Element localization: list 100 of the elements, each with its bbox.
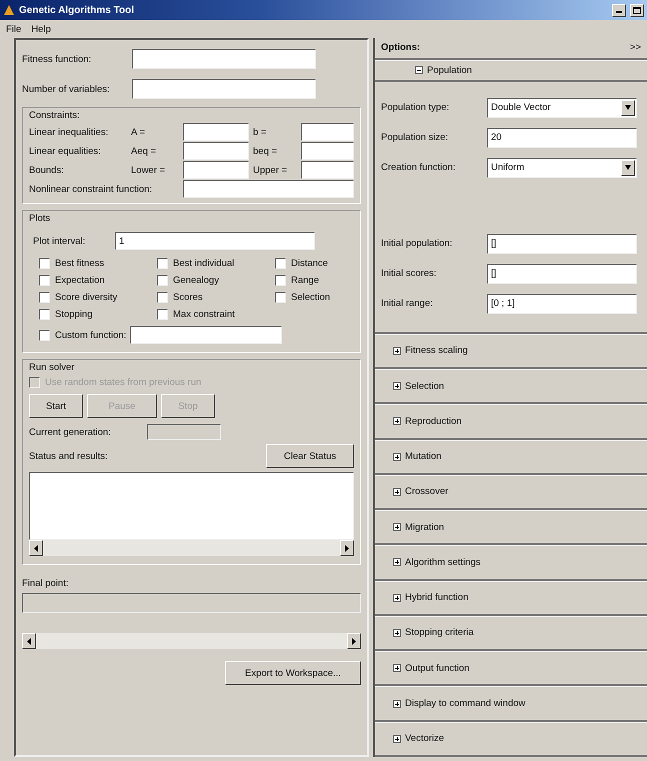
window-title: Genetic Algorithms Tool [19,4,136,16]
input-field[interactable] [183,161,249,179]
group-title: Plots [29,213,52,224]
section-header[interactable]: Migration [405,522,444,533]
plus-box-icon[interactable] [393,558,401,566]
dropdown-arrow-icon [625,104,631,112]
input-field[interactable] [183,123,249,141]
input-field[interactable]: [] [487,264,637,284]
field-label: A = [131,126,146,138]
field-label: Initial range: [381,298,434,310]
input-field[interactable]: 1 [115,232,315,250]
maximize-button[interactable] [630,4,644,16]
section-header[interactable]: Mutation [405,451,442,462]
plot-checkbox[interactable]: Max constraint [157,309,275,320]
plus-box-icon[interactable] [393,452,401,461]
plus-box-icon[interactable] [393,664,401,672]
plus-box-icon[interactable] [393,417,401,426]
minus-box-icon[interactable] [415,66,423,74]
field-label: Status and results: [29,450,108,462]
horizontal-scrollbar[interactable] [22,633,361,649]
left-arrow-icon [33,544,39,552]
section-header[interactable]: Algorithm settings [405,556,481,568]
plus-box-icon[interactable] [393,488,401,496]
solver-button[interactable]: Start [29,394,83,418]
section-header[interactable]: Vectorize [405,733,444,744]
plot-checkbox[interactable]: Best fitness [39,258,157,269]
dropdown-arrow-icon [625,164,631,172]
clear-status-button[interactable]: Clear Status [266,444,354,468]
dropdown[interactable]: Double Vector [487,98,637,118]
field-label: beq = [253,146,278,156]
input-field[interactable]: [] [487,234,637,254]
plot-checkbox[interactable]: Expectation [39,275,157,286]
section-header[interactable]: Selection [405,380,444,392]
field-label: Fitness function: [22,54,92,64]
field-label: Current generation: [29,426,112,438]
input-field[interactable] [132,79,316,99]
field-label: Aeq = [131,146,158,156]
plus-box-icon[interactable] [393,594,401,602]
plus-box-icon[interactable] [393,346,401,355]
plus-box-icon[interactable] [393,700,401,708]
section-header[interactable]: Stopping criteria [405,627,474,638]
field-label: b = [253,126,268,138]
group-title: Constraints: [29,110,81,121]
maximize-icon [633,6,641,14]
field-label: Population type: [381,102,450,114]
field-label: Initial population: [381,238,454,250]
right-arrow-icon [351,638,357,644]
field-label: Creation function: [381,162,456,174]
field-label: Population size: [381,132,450,144]
plus-box-icon[interactable] [393,628,401,637]
minimize-button[interactable] [612,4,626,16]
plot-checkbox[interactable]: Distance [275,258,365,269]
menu-item[interactable]: Help [31,24,51,34]
dropdown[interactable]: Uniform [487,158,637,178]
input-field[interactable]: 20 [487,128,637,148]
field-label: Linear equalities: [29,146,102,156]
plot-checkbox[interactable]: Score diversity [39,292,157,303]
plot-checkbox[interactable]: Genealogy [157,275,275,286]
input-field[interactable]: [0 ; 1] [487,294,637,314]
plus-box-icon[interactable] [393,382,401,390]
section-header[interactable]: Hybrid function [405,592,468,604]
menu-item[interactable]: File [6,24,22,34]
options-title: Options: [381,42,420,54]
field-label: Linear inequalities: [29,126,110,138]
collapse-button[interactable]: >> [630,42,641,54]
field-label: Initial scores: [381,268,438,280]
plot-checkbox[interactable]: Range [275,275,365,286]
app-icon [3,4,15,16]
plot-checkbox[interactable]: Best individual [157,258,275,269]
right-arrow-icon [344,544,350,552]
field-label: Final point: [22,578,68,589]
section-header[interactable]: Fitness scaling [405,345,468,356]
left-arrow-icon [26,638,32,644]
plus-box-icon[interactable] [393,523,401,532]
input-field[interactable] [183,180,354,198]
group-title: Run solver [29,362,76,373]
input-field[interactable] [183,142,249,160]
field-label: Upper = [253,164,288,176]
input-field[interactable] [130,326,282,344]
input-field[interactable] [301,142,354,160]
section-header[interactable]: Output function [405,662,470,674]
plot-checkbox[interactable]: Selection [275,292,365,303]
horizontal-scrollbar[interactable] [29,540,354,556]
input-field[interactable] [132,49,316,69]
field-label: Number of variables: [22,84,111,94]
section-header[interactable]: Population [427,64,472,76]
section-header[interactable]: Display to command window [405,698,526,709]
input-field[interactable] [301,161,354,179]
field-label: Plot interval: [33,236,86,246]
custom-function-checkbox[interactable]: Custom function: [39,330,126,340]
section-header[interactable]: Reproduction [405,416,462,427]
input-field[interactable] [301,123,354,141]
plus-box-icon[interactable] [393,734,401,743]
field-label: Nonlinear constraint function: [29,184,154,194]
section-header[interactable]: Crossover [405,486,448,498]
plot-checkbox[interactable]: Scores [157,292,275,303]
field-label: Lower = [131,164,166,176]
plot-checkbox[interactable]: Stopping [39,309,157,320]
field-label: Bounds: [29,164,65,176]
export-button[interactable]: Export to Workspace... [225,661,361,685]
